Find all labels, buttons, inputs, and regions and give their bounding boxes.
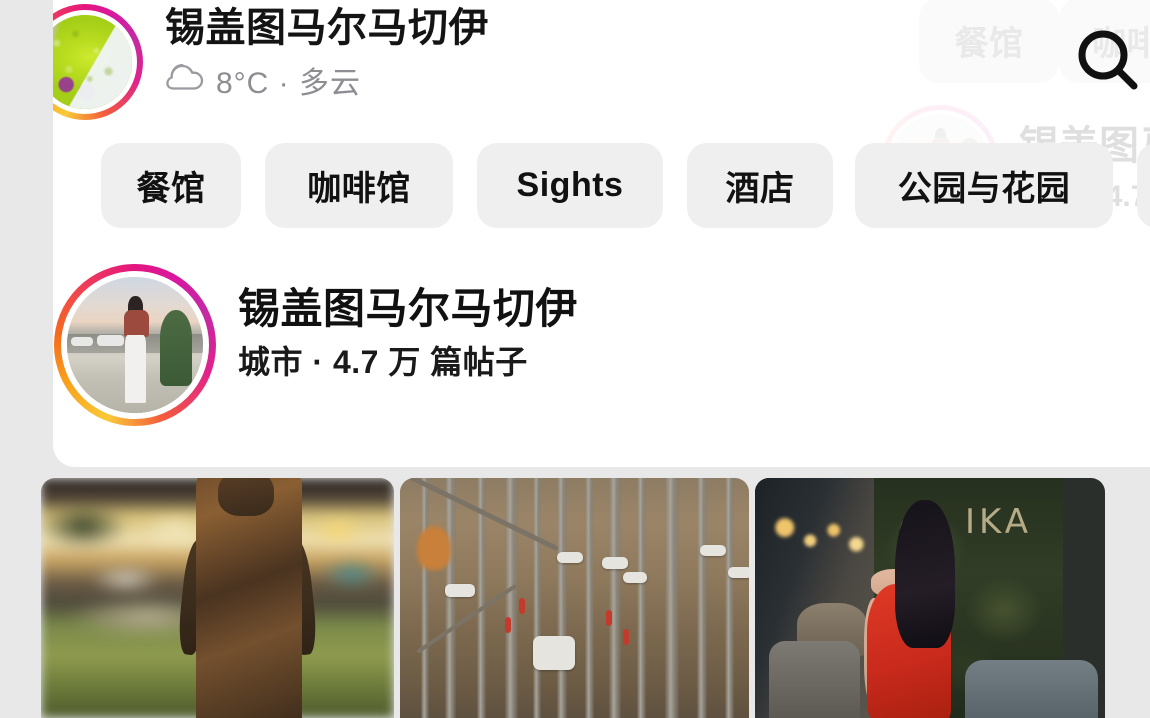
chip-label: 公园与花园: [897, 170, 1071, 208]
lounge-sofa-right: [965, 660, 1098, 718]
header-avatar-image: [53, 15, 132, 109]
search-button[interactable]: [1065, 18, 1150, 104]
place-header: 锡盖图马尔马切伊 8°C · 多云: [53, 0, 1150, 123]
photo-tile-forest[interactable]: [400, 478, 749, 718]
result-avatar-image: [67, 277, 203, 413]
forest-car: [700, 545, 727, 557]
chip-restaurants[interactable]: 餐馆: [101, 143, 241, 228]
search-results-card: 餐馆 咖啡馆: [53, 0, 1150, 467]
weather-text: 8°C · 多云: [216, 67, 362, 100]
lounge-sofa-left: [769, 641, 860, 718]
photo-grid: IKA: [41, 478, 1150, 718]
chip-label: 酒店: [725, 170, 795, 208]
lounge-wall-logo: IKA: [965, 502, 1032, 542]
app-screen: 餐馆 咖啡馆: [0, 0, 1150, 718]
forest-trees: [400, 478, 749, 718]
chip-label: 餐馆: [136, 170, 206, 208]
avatar-car: [96, 335, 125, 347]
header-avatar[interactable]: [53, 4, 143, 120]
chip-sights[interactable]: Sights: [477, 143, 663, 228]
forest-person: [605, 610, 612, 626]
chip-cafes[interactable]: 咖啡馆: [265, 143, 453, 228]
forest-person: [518, 598, 525, 614]
avatar-tree: [159, 309, 193, 386]
result-avatar[interactable]: [54, 264, 216, 426]
weather-row: 8°C · 多云: [165, 58, 489, 102]
category-chip-row[interactable]: 餐馆 咖啡馆 Sights 酒店 公园与花园 酒: [53, 143, 1150, 231]
result-avatar-photo: [67, 277, 203, 413]
forest-car: [623, 571, 648, 583]
lounge-lights: [772, 511, 871, 565]
forest-car: [445, 583, 476, 597]
statue-head: [217, 478, 274, 517]
photo-tile-statue[interactable]: [41, 478, 394, 718]
result-text-block: 锡盖图马尔马切伊 城市 · 4.7 万 篇帖子: [238, 280, 578, 386]
chip-label: 咖啡馆: [307, 170, 411, 208]
chip-parks-and-gardens[interactable]: 公园与花园: [855, 143, 1113, 228]
avatar-car: [71, 336, 93, 347]
page-title: 锡盖图马尔马切伊: [165, 6, 489, 50]
avatar-person-legs: [125, 335, 146, 404]
woman-hair: [895, 499, 955, 649]
chip-bars[interactable]: 酒: [1137, 143, 1150, 228]
search-icon: [1078, 30, 1138, 90]
header-avatar-photo: [53, 15, 132, 109]
forest-car: [602, 557, 629, 570]
forest-person: [623, 629, 630, 646]
avatar-person-top: [124, 309, 149, 337]
cloud-icon: [165, 63, 205, 98]
result-subtitle: 城市 · 4.7 万 篇帖子: [238, 344, 528, 380]
chip-hotels[interactable]: 酒店: [687, 143, 833, 228]
forest-car: [557, 552, 584, 564]
forest-car: [728, 566, 749, 578]
result-title: 锡盖图马尔马切伊: [238, 285, 579, 332]
header-text-block: 锡盖图马尔马切伊 8°C · 多云: [165, 0, 489, 102]
forest-car-main: [532, 636, 575, 671]
forest-leaf: [417, 526, 452, 570]
chip-label: Sights: [516, 166, 624, 204]
search-result-item[interactable]: 锡盖图马尔马切伊 城市 · 4.7 万 篇帖子: [53, 258, 1150, 448]
photo-tile-woman[interactable]: IKA: [755, 478, 1105, 718]
forest-person: [504, 617, 511, 634]
